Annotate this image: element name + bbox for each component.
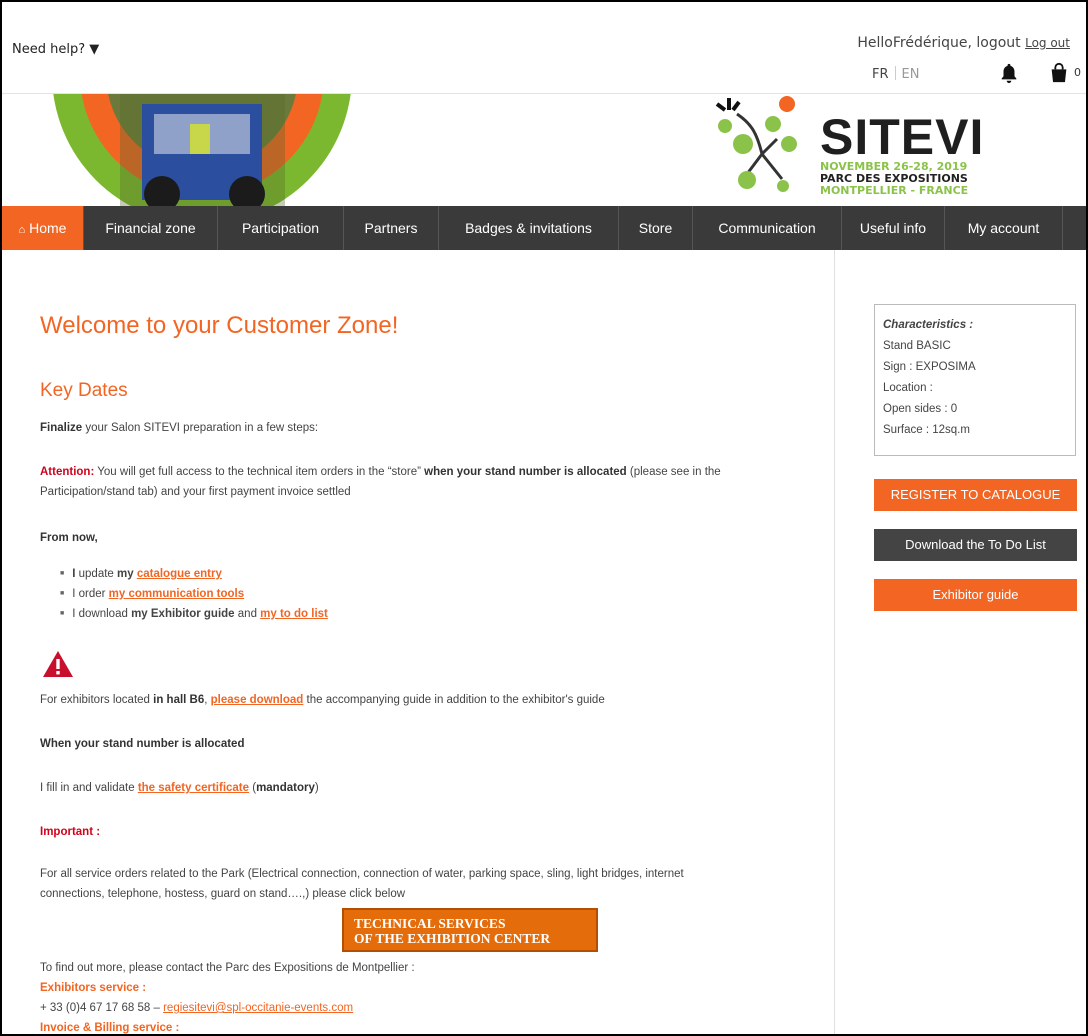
top-bar: Need help? ▼ HelloFrédérique, logout Log… [2, 2, 1086, 94]
register-catalogue-button[interactable]: REGISTER TO CATALOGUE [874, 479, 1077, 511]
characteristics-title: Characteristics : [883, 319, 974, 331]
b1-my: my [117, 568, 134, 580]
list-item: I order my communication tools [60, 584, 328, 604]
finalize-bold: Finalize [40, 422, 83, 434]
hall-b6-download-link[interactable]: please download [211, 694, 304, 706]
catalogue-entry-link[interactable]: catalogue entry [137, 568, 222, 580]
important-label: Important : [40, 822, 100, 842]
invoice-text: Invoice & Billing service : [40, 1022, 180, 1034]
language-switcher: FR EN [872, 66, 919, 82]
phone-line: + 33 (0)4 67 17 68 58 – regiesitevi@spl-… [40, 998, 353, 1018]
nav-useful-info[interactable]: Useful info [842, 206, 945, 250]
nav-badges-invitations[interactable]: Badges & invitations [439, 206, 619, 250]
service-line2: connections, telephone, hostess, guard o… [40, 888, 406, 900]
lang-divider [894, 66, 896, 80]
hall-b6-text: For exhibitors located in hall B6, pleas… [40, 690, 605, 710]
todo-list: I update my catalogue entry I order my c… [60, 564, 328, 624]
logo-title: SITEVI [820, 109, 985, 165]
allocated-bold: When your stand number is allocated [40, 738, 245, 750]
lang-fr[interactable]: FR [872, 67, 889, 82]
b3-pre: I download [72, 608, 132, 620]
tech-line1: TECHNICAL SERVICES [354, 916, 506, 931]
service-line1: For all service orders related to the Pa… [40, 868, 684, 880]
stand-surface: Surface : 12sq.m [883, 424, 970, 436]
b2-pre: I order [72, 588, 109, 600]
characteristics-box: Characteristics : Stand BASIC Sign : EXP… [874, 304, 1076, 456]
home-icon: ⌂ [18, 224, 26, 236]
b6-bold: in hall B6 [153, 694, 205, 706]
important-text: Important : [40, 826, 101, 838]
b3-and: and [234, 608, 261, 620]
nav-home[interactable]: ⌂ Home [2, 206, 84, 250]
finalize-rest: your Salon SITEVI preparation in a few s… [82, 422, 319, 434]
section-title: Key Dates [40, 380, 128, 401]
stand-type: Stand BASIC [883, 340, 951, 352]
safety-certificate-link[interactable]: the safety certificate [138, 782, 249, 794]
tech-line2: OF THE EXHIBITION CENTER [354, 931, 551, 946]
attention-label: Attention: [40, 466, 95, 478]
exh-service-text: Exhibitors service : [40, 982, 147, 994]
nav-partners[interactable]: Partners [344, 206, 439, 250]
list-item: I update my catalogue entry [60, 564, 328, 584]
attention-bold: when your stand number is allocated [424, 466, 627, 478]
bell-icon[interactable] [998, 62, 1020, 84]
technical-services-button[interactable]: TECHNICAL SERVICES OF THE EXHIBITION CEN… [342, 908, 598, 952]
lang-en[interactable]: EN [902, 67, 920, 82]
logout-link[interactable]: Log out [1025, 36, 1070, 50]
contact-text: To find out more, please contact the Par… [40, 962, 415, 974]
cart-count: 0 [1074, 66, 1081, 79]
page-frame: Need help? ▼ HelloFrédérique, logout Log… [0, 0, 1088, 1036]
fill-pre: I fill in and validate [40, 782, 138, 794]
shopping-bag-icon[interactable] [1048, 62, 1070, 84]
stand-location: Location : [883, 382, 933, 394]
exhibitors-service-label: Exhibitors service : [40, 978, 146, 998]
safety-text: I fill in and validate the safety certif… [40, 778, 319, 798]
nav-financial-zone[interactable]: Financial zone [84, 206, 218, 250]
attention-part2: (please see in the [626, 466, 721, 478]
nav-store[interactable]: Store [619, 206, 693, 250]
warning-icon [43, 651, 73, 677]
banner-illustration [53, 94, 351, 206]
help-dropdown[interactable]: Need help? ▼ [12, 42, 99, 57]
service-orders-text: For all service orders related to the Pa… [40, 864, 820, 904]
todo-list-link[interactable]: my to do list [260, 608, 328, 620]
b3-bold: my Exhibitor guide [131, 608, 235, 620]
attention-part3: Participation/stand tab) and your first … [40, 486, 351, 498]
attention-part1: You will get full access to the technica… [94, 466, 425, 478]
b1-mid: update [75, 568, 118, 580]
nav-my-account[interactable]: My account [945, 206, 1063, 250]
b6-pre: For exhibitors located [40, 694, 154, 706]
list-item: I download my Exhibitor guide and my to … [60, 604, 328, 624]
nav-home-label: Home [29, 220, 67, 236]
header-banner: SITEVI NOVEMBER 26-28, 2019 PARC DES EXP… [2, 94, 1086, 206]
sitevi-logo-icon [715, 96, 797, 192]
nav-communication[interactable]: Communication [693, 206, 842, 250]
finalize-text: Finalize your Salon SITEVI preparation i… [40, 418, 318, 438]
nav-participation[interactable]: Participation [218, 206, 344, 250]
fill-end: ) [314, 782, 319, 794]
page-title: Welcome to your Customer Zone! [40, 312, 399, 339]
greeting-text: HelloFrédérique, logout [857, 35, 1021, 51]
email-link[interactable]: regiesitevi@spl-occitanie-events.com [163, 1002, 353, 1014]
fill-bold: mandatory [256, 782, 315, 794]
invoice-service-label: Invoice & Billing service : [40, 1018, 180, 1034]
from-now-bold: From now, [40, 532, 98, 544]
user-greeting: HelloFrédérique, logout Log out [857, 35, 1070, 51]
logo-city: MONTPELLIER - FRANCE [820, 184, 969, 197]
attention-text: Attention: You will get full access to t… [40, 462, 820, 502]
from-now-text: From now, [40, 528, 98, 548]
main-nav: ⌂ Home Financial zone Participation Part… [2, 206, 1086, 250]
sidebar: Characteristics : Stand BASIC Sign : EXP… [834, 250, 1086, 1034]
download-todo-button[interactable]: Download the To Do List [874, 529, 1077, 561]
b6-rest: the accompanying guide in addition to th… [303, 694, 605, 706]
phone-number: + 33 (0)4 67 17 68 58 – [40, 1002, 164, 1014]
exhibitor-guide-button[interactable]: Exhibitor guide [874, 579, 1077, 611]
communication-tools-link[interactable]: my communication tools [109, 588, 244, 600]
allocated-text: When your stand number is allocated [40, 734, 244, 754]
stand-sign: Sign : EXPOSIMA [883, 361, 976, 373]
fill-mid: ( [249, 782, 257, 794]
stand-open-sides: Open sides : 0 [883, 403, 958, 415]
